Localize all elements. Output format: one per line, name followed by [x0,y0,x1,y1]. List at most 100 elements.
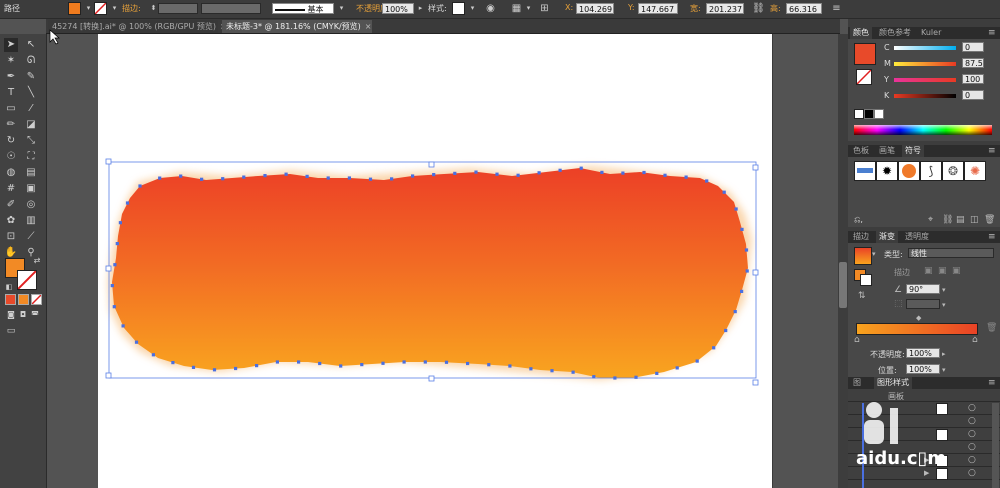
channel-m-slider[interactable] [894,62,956,66]
anchor-point[interactable] [390,177,394,181]
anchor-point[interactable] [242,175,246,179]
symbol-thumb[interactable]: ✺ [964,161,986,181]
chevron-down-icon[interactable]: ▾ [942,285,946,295]
symbol-options-icon[interactable]: ▤ [956,215,965,225]
channel-k-slider[interactable] [894,94,956,98]
gradient-opacity-field[interactable]: 100% [906,348,940,358]
anchor-point[interactable] [234,366,238,371]
anchor-point[interactable] [453,171,457,175]
target-circle-icon[interactable]: ○ [968,416,976,426]
anchor-point[interactable] [138,184,142,188]
anchor-point[interactable] [675,366,679,370]
channel-y-slider[interactable] [894,78,956,82]
midpoint-diamond-icon[interactable]: ◆ [916,313,921,323]
target-circle-icon[interactable]: ○ [968,442,976,452]
anchor-point[interactable] [516,173,520,177]
gradient-shape[interactable] [112,168,748,378]
anchor-point[interactable] [360,363,364,367]
anchor-point[interactable] [200,177,204,181]
tab-stroke[interactable]: 描边 [850,231,872,243]
tab-gradient[interactable]: 渐变 [876,231,898,243]
break-link-icon[interactable]: ⛓ [942,215,953,225]
symbol-library-menu-icon[interactable]: ⎌, [854,215,863,225]
anchor-point[interactable] [579,166,583,170]
anchor-point[interactable] [740,289,744,293]
none-color-icon[interactable] [854,109,864,119]
symbol-thumb[interactable]: ❂ [942,161,964,181]
bbox-handle[interactable] [105,372,112,379]
anchor-point[interactable] [112,305,116,309]
white-color-icon[interactable] [874,109,884,119]
symbol-thumb[interactable] [854,161,876,181]
anchor-point[interactable] [179,174,183,178]
panel-menu-icon[interactable]: ≡ [988,146,996,156]
anchor-point[interactable] [158,176,162,180]
chevron-down-icon[interactable]: ▾ [942,365,946,375]
channel-c-field[interactable]: 0 [962,42,984,52]
bbox-handle[interactable] [105,265,112,272]
anchor-point[interactable] [529,367,533,371]
anchor-point[interactable] [381,361,385,365]
bbox-handle[interactable] [752,269,759,276]
layers-scrollbar[interactable] [992,403,999,488]
anchor-point[interactable] [423,360,427,364]
bbox-handle[interactable] [428,161,435,168]
anchor-point[interactable] [275,360,279,364]
trash-icon[interactable]: 🗑 [984,215,995,225]
anchor-point[interactable] [474,170,478,174]
anchor-point[interactable] [740,227,744,231]
anchor-point[interactable] [663,173,667,177]
channel-k-field[interactable]: 0 [962,90,984,100]
anchor-point[interactable] [115,242,119,246]
anchor-point[interactable] [432,173,436,177]
tab-kuler[interactable]: Kuler [918,27,944,39]
gradient-stop-right-icon[interactable]: ⌂ [972,335,978,345]
anchor-point[interactable] [495,172,499,176]
symbol-thumb[interactable] [898,161,920,181]
new-symbol-icon[interactable]: ◫ [970,215,979,225]
anchor-point[interactable] [744,248,749,252]
anchor-point[interactable] [284,172,288,176]
anchor-point[interactable] [466,361,470,366]
anchor-point[interactable] [444,360,449,364]
tab-color[interactable]: 颜色 [850,27,872,39]
anchor-point[interactable] [368,177,373,181]
tab-symbols[interactable]: 符号 [902,145,924,157]
tab-graphic-styles[interactable]: 图形样式 [874,377,912,389]
bbox-handle[interactable] [752,379,759,386]
gradient-position-field[interactable]: 100% [906,364,940,374]
tab-layers[interactable]: 图 [850,377,864,389]
tab-color-guide[interactable]: 颜色参考 [876,27,914,39]
stroke-small-swatch[interactable] [860,274,872,286]
anchor-point[interactable] [110,284,114,288]
anchor-point[interactable] [508,364,512,368]
anchor-point[interactable] [487,363,491,367]
anchor-point[interactable] [550,369,554,373]
black-color-icon[interactable] [864,109,874,119]
anchor-point[interactable] [151,353,155,357]
anchor-point[interactable] [621,171,625,175]
anchor-point[interactable] [318,361,322,366]
reverse-gradient-icon[interactable]: ⇅ [858,291,866,301]
tab-transparency[interactable]: 透明度 [902,231,932,243]
anchor-point[interactable] [571,370,575,374]
gradient-stop-left-icon[interactable]: ⌂ [854,335,860,345]
bbox-handle[interactable] [428,375,435,382]
anchor-point[interactable] [297,360,301,364]
chevron-down-icon[interactable]: ▾ [942,300,946,310]
symbol-thumb[interactable]: ⟆ [920,161,942,181]
place-symbol-icon[interactable]: ⌖ [928,215,933,225]
anchor-point[interactable] [600,170,604,174]
anchor-point[interactable] [255,364,259,368]
anchor-point[interactable] [655,371,659,375]
bbox-handle[interactable] [105,158,112,165]
panel-menu-icon[interactable]: ≡ [988,28,996,38]
anchor-point[interactable] [411,174,415,178]
stroke-gradient-within-icon[interactable]: ▣ [924,266,933,276]
anchor-point[interactable] [113,263,117,267]
layer-thumbnail[interactable] [936,403,948,415]
stroke-gradient-along-icon[interactable]: ▣ [938,266,947,276]
anchor-point[interactable] [642,170,646,175]
anchor-point[interactable] [191,365,196,369]
symbol-thumb[interactable]: ✹ [876,161,898,181]
